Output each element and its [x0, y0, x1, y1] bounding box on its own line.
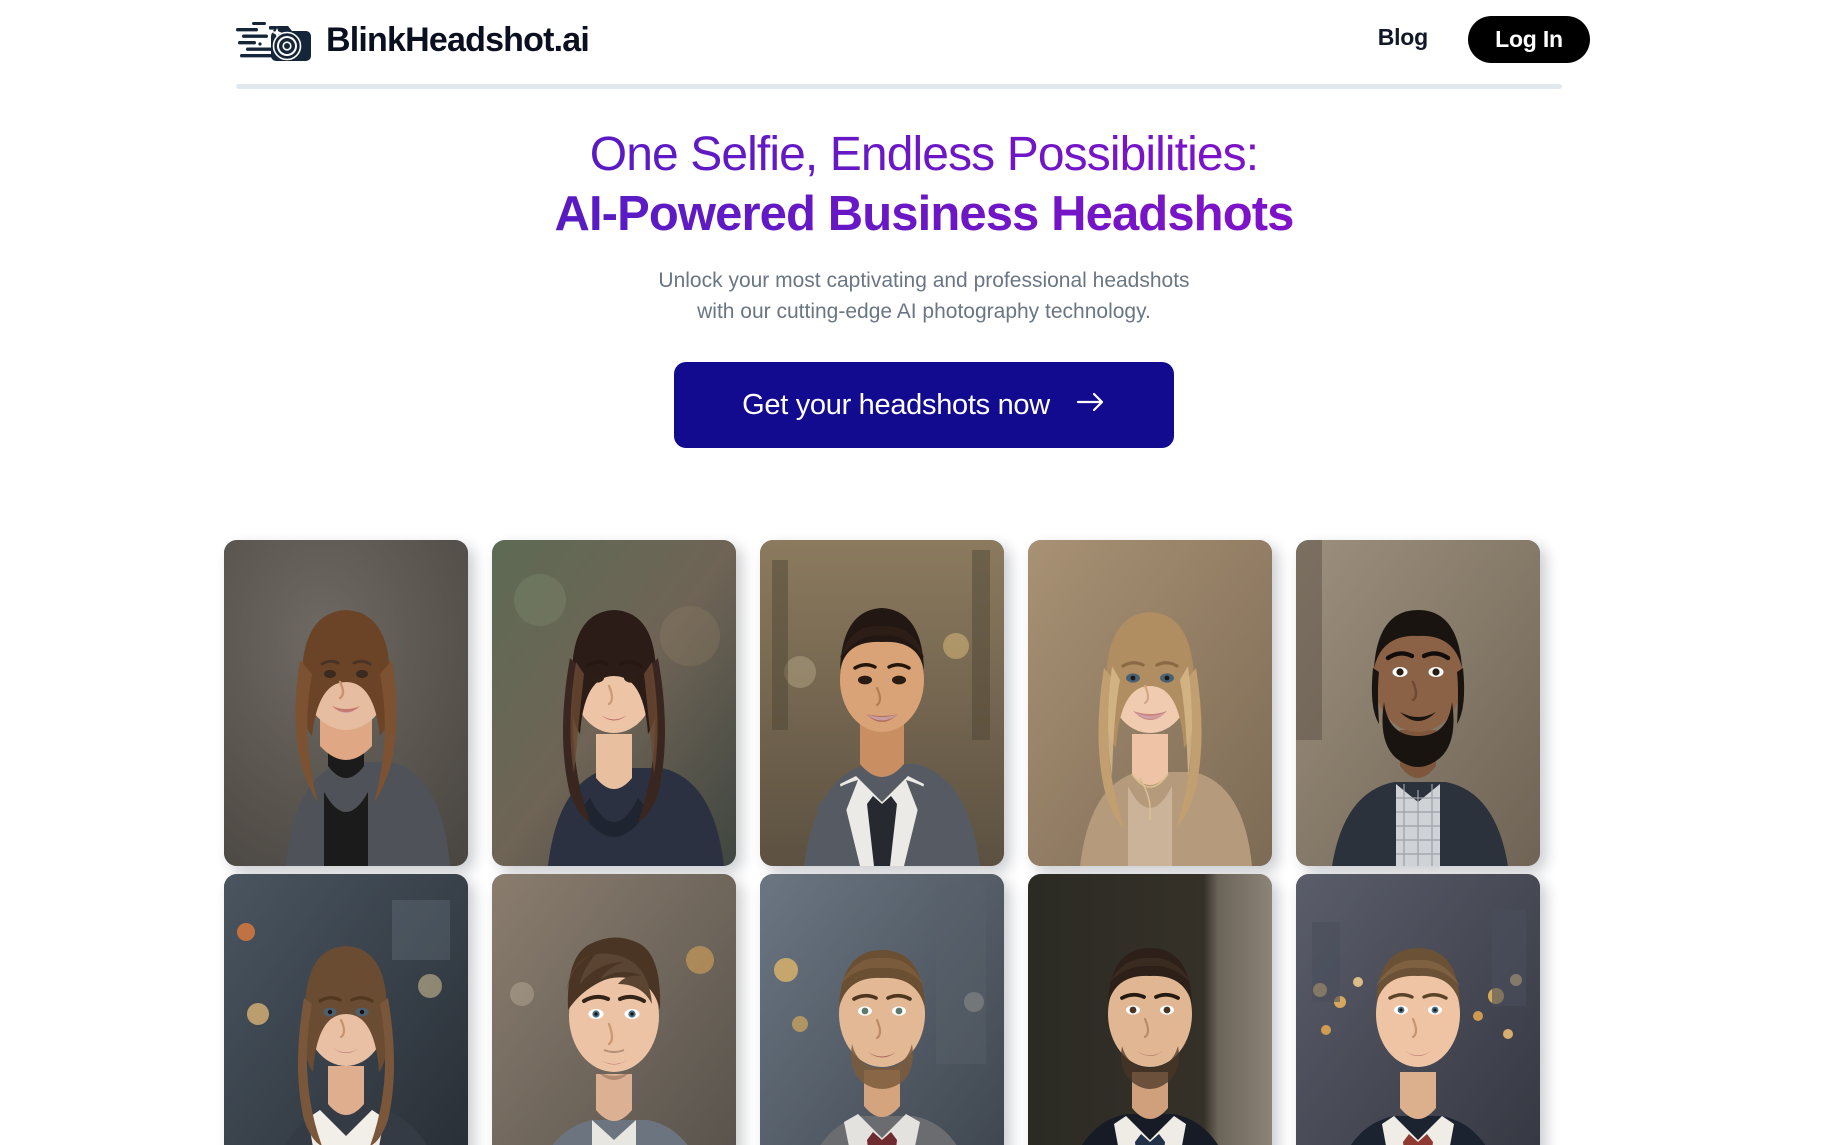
brand-name: BlinkHeadshot.ai — [326, 21, 590, 59]
header-divider — [236, 84, 1562, 89]
brand-logo[interactable]: BlinkHeadshot.ai — [236, 14, 590, 66]
hero-section: One Selfie, Endless Possibilities: AI-Po… — [0, 128, 1848, 449]
hero-subtitle: Unlock your most captivating and profess… — [0, 265, 1848, 329]
camera-motion-icon — [236, 14, 312, 66]
arrow-right-icon — [1076, 389, 1106, 422]
headshot-card[interactable] — [492, 540, 736, 866]
cta-container: Get your headshots now — [0, 362, 1848, 449]
headshot-card[interactable] — [224, 874, 468, 1145]
headshot-card[interactable] — [1028, 540, 1272, 866]
hero-subtitle-line-2: with our cutting-edge AI photography tec… — [697, 300, 1151, 324]
nav-link-blog[interactable]: Blog — [1378, 24, 1429, 51]
page-title: One Selfie, Endless Possibilities: AI-Po… — [0, 128, 1848, 243]
landing-page: BlinkHeadshot.ai Blog Log In One Selfie,… — [0, 0, 1848, 1145]
headline-line-2: AI-Powered Business Headshots — [0, 187, 1848, 243]
headshot-card[interactable] — [224, 540, 468, 866]
login-button[interactable]: Log In — [1468, 16, 1590, 63]
site-header: BlinkHeadshot.ai Blog Log In — [0, 0, 1848, 82]
cta-label: Get your headshots now — [742, 388, 1050, 421]
headshot-card[interactable] — [1296, 874, 1540, 1145]
headshot-gallery — [224, 540, 1624, 1145]
headshot-card[interactable] — [1296, 540, 1540, 866]
headshot-card[interactable] — [1028, 874, 1272, 1145]
headline-line-1: One Selfie, Endless Possibilities: — [0, 128, 1848, 183]
headshot-card[interactable] — [760, 874, 1004, 1145]
headshot-card[interactable] — [492, 874, 736, 1145]
get-headshots-button[interactable]: Get your headshots now — [674, 362, 1174, 449]
hero-subtitle-line-1: Unlock your most captivating and profess… — [658, 268, 1190, 292]
headshot-card[interactable] — [760, 540, 1004, 866]
